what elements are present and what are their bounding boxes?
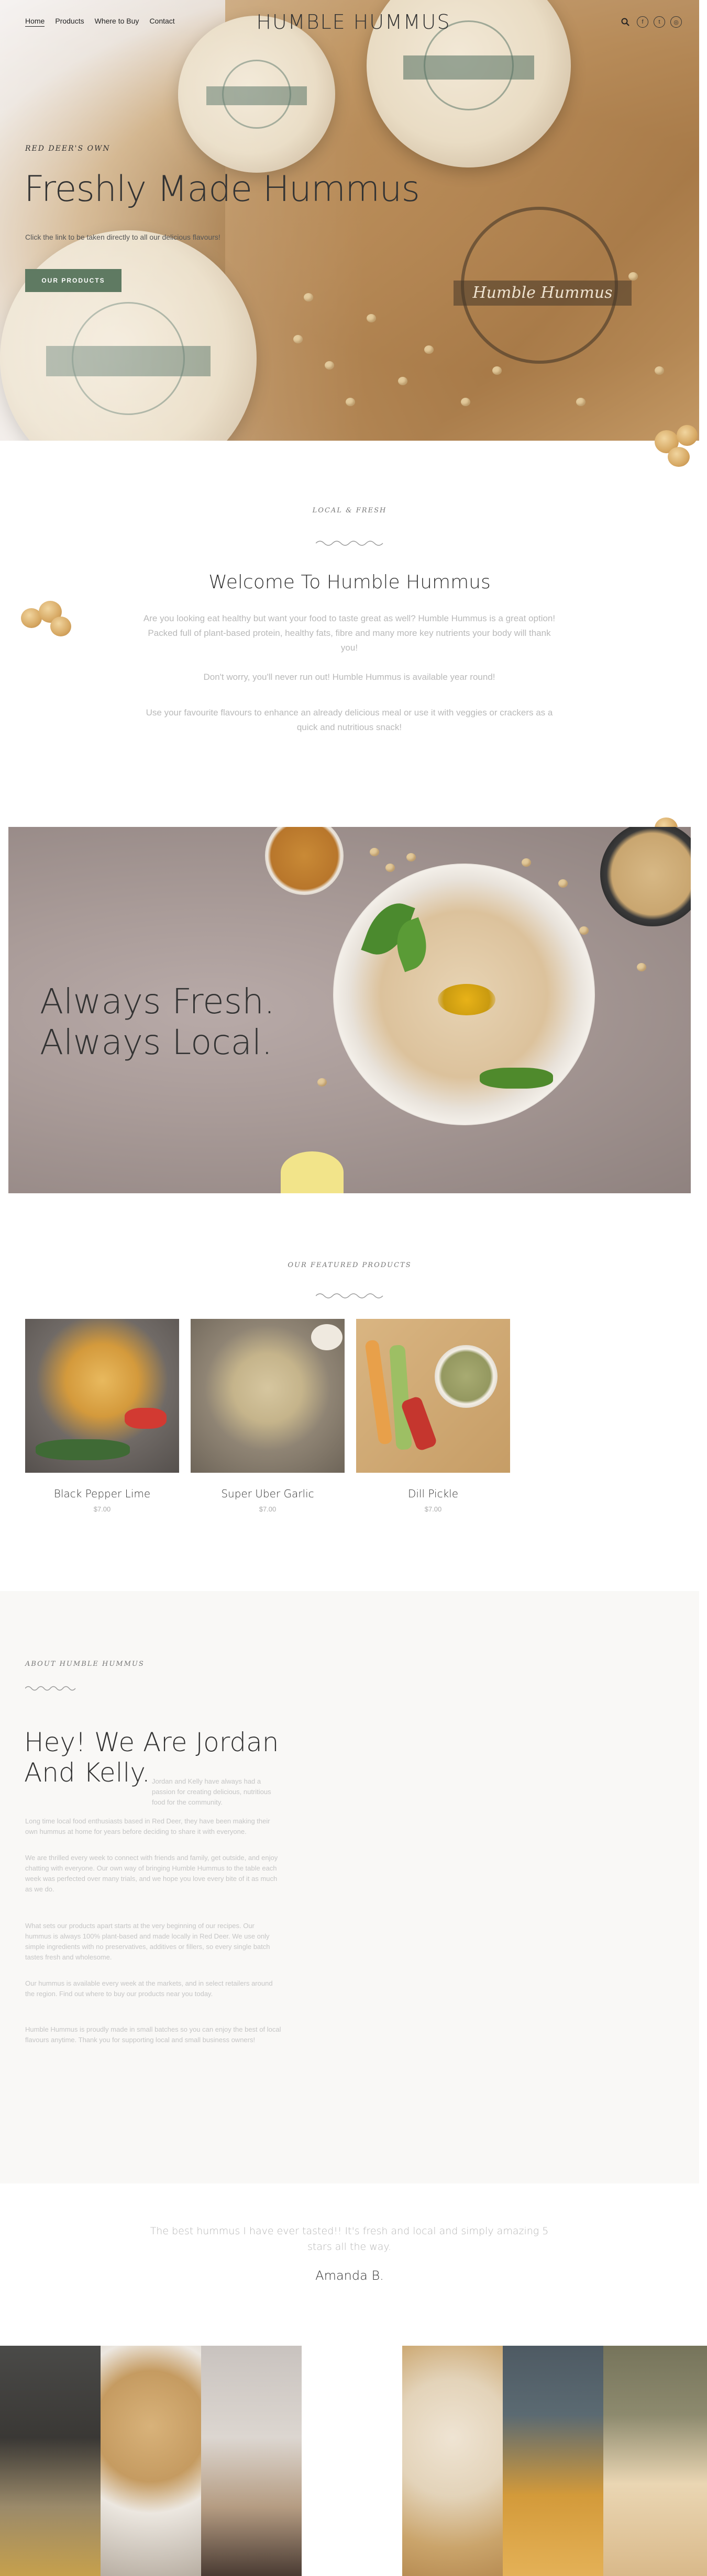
welcome-paragraph: Use your favourite flavours to enhance a… [146,708,553,732]
about-kicker: ABOUT HUMBLE HUMMUS [25,1660,145,1668]
about-paragraph: Our hummus is available every week at th… [25,1979,273,1998]
search-icon[interactable] [619,16,632,28]
instagram-icon[interactable]: ◎ [670,16,682,28]
welcome-section: LOCAL & FRESH Welcome To Humble Hummus A… [0,425,699,838]
hero-kicker: RED DEER'S OWN [25,144,111,153]
gallery-image[interactable] [302,2346,402,2576]
about-paragraph: Long time local food enthusiasts based i… [25,1817,270,1835]
humble-hummus-stamp-logo: Humble Hummus [454,207,632,364]
chickpea-decoration [50,617,71,636]
product-card[interactable]: Black Pepper Lime $7.00 [25,1319,179,1513]
always-fresh-heading: Always Fresh. Always Local. [40,981,275,1063]
product-card[interactable]: Super Uber Garlic $7.00 [191,1319,345,1513]
header-icons: f t ◎ [619,16,682,28]
product-image[interactable] [25,1319,179,1473]
welcome-title: Welcome To Humble Hummus [208,572,491,593]
about-paragraph: Jordan and Kelly have always had a passi… [152,1777,271,1806]
about-section: ABOUT HUMBLE HUMMUS Hey! We Are Jordan A… [0,1591,699,2183]
wave-divider [316,541,383,546]
chickpea-decoration [668,447,690,467]
featured-kicker: OUR FEATURED PRODUCTS [288,1261,412,1269]
gallery-image[interactable] [101,2346,201,2576]
wave-divider [25,1686,76,1691]
product-name[interactable]: Dill Pickle [356,1487,510,1500]
gallery-image[interactable] [402,2346,503,2576]
product-price: $7.00 [93,1505,111,1513]
product-name[interactable]: Black Pepper Lime [25,1487,179,1500]
fresh-line-2: Always Local. [40,1022,273,1062]
lemon-slice [281,1151,344,1193]
parsley-garnish [480,1068,553,1089]
stamp-logo-text: Humble Hummus [454,281,632,306]
fresh-line-1: Always Fresh. [40,981,275,1022]
spice-bowl-image [600,827,691,926]
gallery-image[interactable] [503,2346,603,2576]
facebook-icon[interactable]: f [637,16,648,28]
gallery-image[interactable] [0,2346,101,2576]
wave-divider [316,1293,383,1298]
product-name[interactable]: Super Uber Garlic [191,1487,345,1500]
hero-section: Humble Hummus RED DEER'S OWN Freshly Mad… [0,0,699,441]
image-gallery [0,2346,707,2576]
about-paragraph: Humble Hummus is proudly made in small b… [25,2025,281,2044]
featured-products-section: OUR FEATURED PRODUCTS Black Pepper Lime … [0,1193,699,1591]
about-paragraph: What sets our products apart starts at t… [25,1922,270,1961]
gallery-image[interactable] [201,2346,302,2576]
product-price: $7.00 [259,1505,277,1513]
chickpea-decoration [677,425,698,446]
gallery-image[interactable] [603,2346,707,2576]
testimonial-quote: The best hummus I have ever tasted!! It'… [150,2225,549,2253]
welcome-paragraph: Don't worry, you'll never run out! Humbl… [203,672,495,682]
olive-oil-drizzle [438,984,495,1015]
product-image[interactable] [191,1319,345,1473]
testimonial-section: The best hummus I have ever tasted!! It'… [0,2183,699,2346]
welcome-kicker: LOCAL & FRESH [312,507,387,514]
our-products-button[interactable]: OUR PRODUCTS [25,269,121,292]
twitter-icon[interactable]: t [654,16,665,28]
site-header: Home Products Where to Buy Contact HUMBL… [0,0,707,42]
about-paragraph: We are thrilled every week to connect wi… [25,1854,278,1893]
spice-bowl-image [265,827,344,895]
product-price: $7.00 [424,1505,442,1513]
site-logo[interactable]: HUMBLE HUMMUS [0,10,707,33]
product-card[interactable]: Dill Pickle $7.00 [356,1319,510,1513]
hero-subtitle: Click the link to be taken directly to a… [25,233,220,241]
product-image[interactable] [356,1319,510,1473]
testimonial-author: Amanda B. [315,2268,384,2283]
hero-title: Freshly Made Hummus [24,169,420,210]
always-fresh-banner: Always Fresh. Always Local. [8,827,691,1193]
welcome-paragraph: Are you looking eat healthy but want you… [143,613,556,653]
